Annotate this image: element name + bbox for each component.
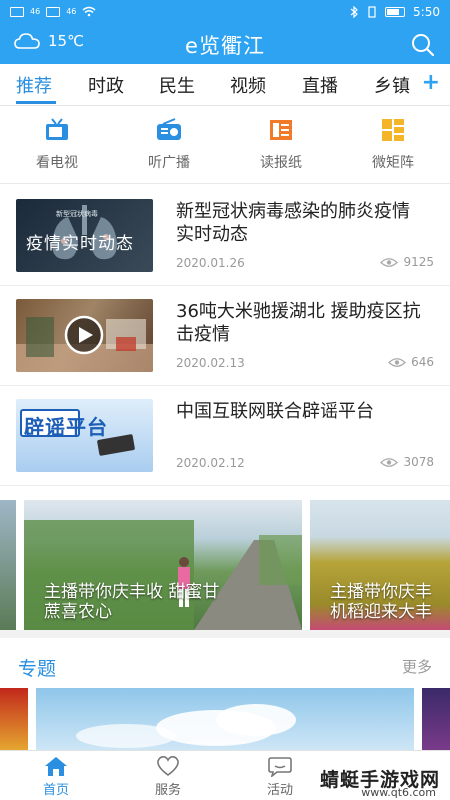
view-count: 646 [411, 355, 434, 369]
sim1-signal-icon [10, 6, 24, 17]
eye-icon [380, 257, 399, 267]
nav-services[interactable]: 服务 [128, 755, 208, 798]
tab-live[interactable]: 直播 [302, 72, 338, 98]
quick-links: 看电视 听广播 读报纸 微矩阵 [0, 106, 450, 184]
thumbnail-headline: 辟谣平台 [24, 415, 108, 439]
tab-towns[interactable]: 乡镇 [374, 72, 410, 98]
quick-link-newspaper[interactable]: 读报纸 [236, 116, 326, 172]
wifi-icon [82, 6, 96, 17]
carousel-caption: 主播带你庆丰 机稻迎来大丰 [330, 582, 432, 622]
carousel-caption-line: 主播带你庆丰收 甜蜜甘 [44, 582, 220, 602]
clock-time: 5:50 [413, 5, 440, 19]
carousel-caption-line: 主播带你庆丰 [330, 582, 432, 602]
eye-icon [380, 457, 399, 467]
carousel-card[interactable]: 主播带你庆丰收 甜蜜甘 蔗喜农心 [24, 500, 302, 630]
news-title: 36吨大米驰援湖北 援助疫区抗击疫情 [176, 301, 421, 345]
add-tab-button[interactable]: + [422, 70, 440, 95]
app-header: 15℃ e览衢江 [0, 26, 450, 64]
news-views: 9125 [380, 255, 434, 269]
thumbnail-headline: 疫情实时动态 [26, 234, 134, 254]
news-date: 2020.02.13 [176, 356, 245, 370]
topic-card-previous[interactable] [0, 688, 28, 750]
news-thumbnail: 辟谣平台 [16, 399, 153, 472]
carousel-caption-line: 机稻迎来大丰 [330, 602, 432, 622]
news-item[interactable]: 36吨大米驰援湖北 援助疫区抗击疫情 2020.02.13 646 [0, 286, 450, 386]
category-tabs: 推荐 时政 民生 视频 直播 乡镇 + [0, 64, 450, 106]
sky-cloud-scene [76, 704, 296, 748]
tab-recommended[interactable]: 推荐 [16, 72, 52, 98]
news-title: 新型冠状病毒感染的肺炎疫情实时动态 [176, 201, 410, 245]
carousel-caption-line: 蔗喜农心 [44, 602, 112, 622]
carousel-card-previous[interactable] [0, 500, 16, 630]
vibrate-icon [368, 6, 376, 18]
nav-label: 服务 [154, 783, 181, 798]
tab-livelihood[interactable]: 民生 [159, 72, 195, 98]
news-item[interactable]: 新型冠状病毒 疫情实时动态 新型冠状病毒感染的肺炎疫情实时动态 2020.01.… [0, 186, 450, 286]
tab-video[interactable]: 视频 [230, 72, 266, 98]
search-icon[interactable] [410, 32, 436, 58]
watermark-url: www.qt6.com [361, 786, 436, 799]
quick-link-radio[interactable]: 听广播 [124, 116, 214, 172]
news-views: 646 [388, 355, 434, 369]
bottom-navigation: 首页 服务 活动 蜻蜓手游戏网 www.qt6.com [0, 750, 450, 800]
quick-link-label: 微矩阵 [372, 155, 414, 171]
topics-section: 专题 更多 [0, 646, 450, 750]
carousel-caption: 主播带你庆丰收 甜蜜甘 蔗喜农心 [44, 582, 219, 622]
view-count: 9125 [403, 255, 434, 269]
topic-card[interactable] [36, 688, 414, 750]
topic-card-next[interactable] [422, 688, 450, 750]
eye-icon [388, 357, 407, 367]
battery-icon [385, 7, 406, 17]
nav-activities[interactable]: 活动 [240, 755, 320, 798]
nav-label: 首页 [42, 783, 69, 798]
status-bar: 46 46 5:50 [0, 0, 450, 26]
news-views: 3078 [380, 455, 434, 469]
quick-link-matrix[interactable]: 微矩阵 [348, 116, 438, 172]
grid-icon [382, 119, 404, 141]
news-thumbnail: 新型冠状病毒 疫情实时动态 [16, 199, 153, 272]
nav-label: 活动 [266, 783, 293, 798]
quick-link-label: 看电视 [36, 155, 78, 171]
chat-icon [268, 757, 292, 777]
sim1-network-label: 46 [30, 7, 41, 16]
radio-icon [157, 118, 181, 140]
news-date: 2020.02.12 [176, 456, 245, 470]
news-date: 2020.01.26 [176, 256, 245, 270]
heart-icon [157, 756, 179, 776]
featured-carousel: 主播带你庆丰收 甜蜜甘 蔗喜农心 主播带你庆丰 机稻迎来大丰 [0, 488, 450, 638]
tv-icon [46, 118, 68, 140]
app-title: e览衢江 [185, 34, 265, 58]
nav-home[interactable]: 首页 [16, 755, 96, 798]
tab-politics[interactable]: 时政 [88, 72, 124, 98]
newspaper-icon [270, 120, 292, 140]
sim2-network-label: 46 [66, 7, 77, 16]
news-thumbnail [16, 299, 153, 372]
home-icon [45, 757, 67, 776]
play-icon[interactable] [64, 315, 104, 355]
news-title: 中国互联网联合辟谣平台 [176, 401, 374, 422]
active-tab-indicator [16, 101, 56, 104]
news-item[interactable]: 辟谣平台 中国互联网联合辟谣平台 2020.02.12 3078 [0, 386, 450, 486]
sim2-signal-icon [46, 6, 61, 17]
quick-link-label: 读报纸 [260, 155, 302, 171]
topics-more-link[interactable]: 更多 [402, 656, 432, 677]
quick-link-tv[interactable]: 看电视 [12, 116, 102, 172]
thumbnail-subtext: 新型冠状病毒 [56, 210, 98, 218]
bluetooth-icon [350, 6, 358, 18]
carousel-card[interactable]: 主播带你庆丰 机稻迎来大丰 [310, 500, 450, 630]
quick-link-label: 听广播 [148, 155, 190, 171]
view-count: 3078 [403, 455, 434, 469]
topics-title: 专题 [18, 658, 57, 680]
